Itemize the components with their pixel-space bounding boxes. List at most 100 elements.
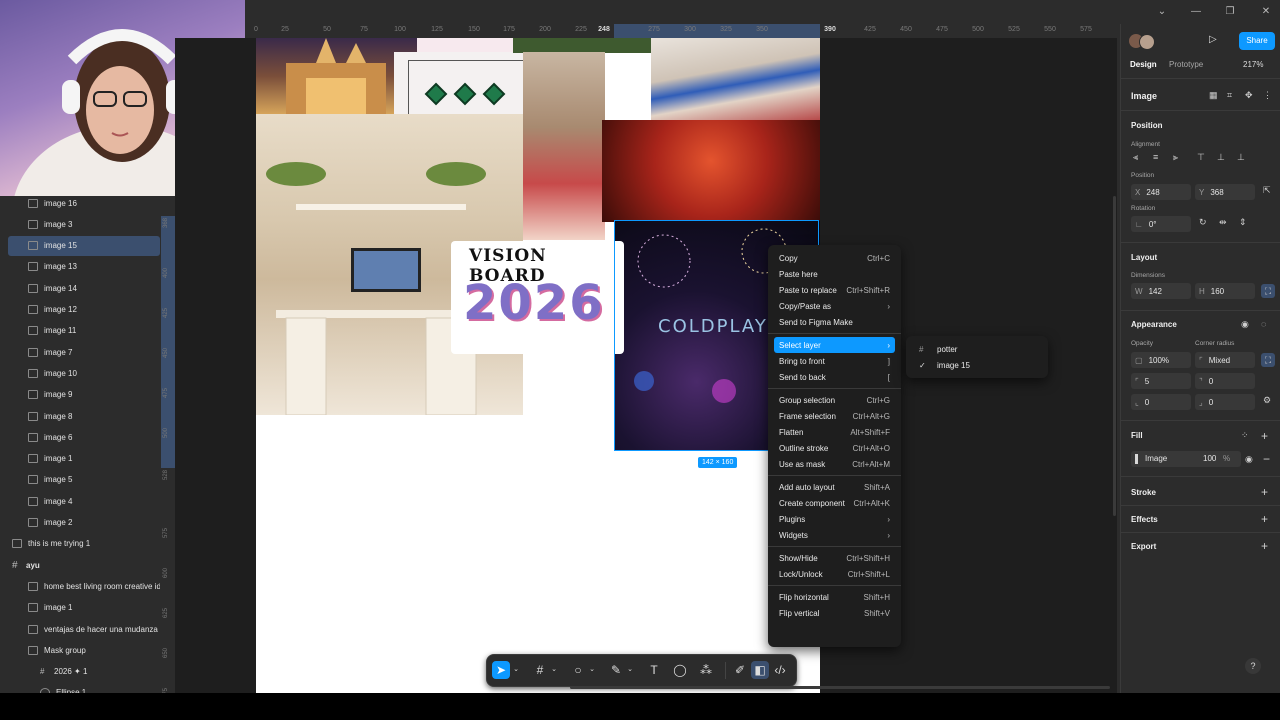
layer-row[interactable]: #2026 ✦ 1 — [8, 662, 160, 682]
more-icon[interactable]: ⋮ — [1263, 90, 1272, 101]
opacity-field[interactable]: ▢ 100% — [1131, 352, 1191, 368]
layer-row[interactable]: image 13 — [8, 257, 160, 277]
menu-item-frame-selection[interactable]: Frame selection Ctrl+Alt+G — [774, 408, 895, 424]
fill-row[interactable]: Image 100 % — [1131, 451, 1241, 467]
layer-row[interactable]: ventajas de hacer una mudanza n — [8, 619, 160, 639]
styles-grid-icon[interactable]: ⁘ — [1241, 430, 1249, 441]
component-icon[interactable]: ✥ — [1245, 90, 1253, 101]
menu-item-send-to-figma-make[interactable]: Send to Figma Make — [774, 314, 895, 330]
menu-item-widgets[interactable]: Widgets › — [774, 527, 895, 543]
menu-item-copy-paste-as[interactable]: Copy/Paste as › — [774, 298, 895, 314]
grid-icon[interactable]: ▦ — [1209, 90, 1218, 101]
avatar-group[interactable] — [1129, 32, 1157, 50]
layer-row[interactable]: home best living room creative ide — [8, 576, 160, 596]
layer-row[interactable]: image 1 — [8, 449, 160, 469]
corner-bottom-right-field[interactable]: ⌟ 0 — [1195, 394, 1255, 410]
move-tool-icon[interactable]: ➤ — [492, 661, 510, 679]
rotation-field[interactable]: ∟ 0° — [1131, 216, 1191, 232]
menu-item-send-to-back[interactable]: Send to back [ — [774, 369, 895, 385]
tab-prototype[interactable]: Prototype — [1169, 60, 1203, 69]
menu-item-show-hide[interactable]: Show/Hide Ctrl+Shift+H — [774, 550, 895, 566]
actions-icon[interactable]: ⁂ — [697, 661, 715, 679]
cozy-room-image[interactable] — [523, 52, 605, 240]
layer-row[interactable]: image 1 — [8, 598, 160, 618]
clip-content-icon[interactable]: ⛶ — [1261, 284, 1275, 298]
align-bottom-icon[interactable]: ⊥ — [1237, 152, 1245, 163]
frame-tool-icon[interactable]: # — [531, 661, 549, 679]
tab-design[interactable]: Design — [1130, 60, 1157, 69]
horizontal-scrollbar[interactable] — [570, 686, 1110, 689]
chevron-down-icon[interactable]: ⌄ — [511, 661, 521, 679]
layer-row[interactable]: image 9 — [8, 385, 160, 405]
menu-item-paste-to-replace[interactable]: Paste to replace Ctrl+Shift+R — [774, 282, 895, 298]
present-play-icon[interactable]: ▷ — [1209, 34, 1217, 45]
layer-row[interactable]: image 8 — [8, 406, 160, 426]
concert-stage-image[interactable] — [602, 120, 820, 222]
layer-row[interactable]: image 2 — [8, 513, 160, 533]
layer-row[interactable]: image 3 — [8, 214, 160, 234]
align-left-icon[interactable]: ⫷ — [1133, 152, 1138, 163]
corner-radius-field[interactable]: ⌜ Mixed — [1195, 352, 1255, 368]
menu-item-bring-to-front[interactable]: Bring to front] — [774, 353, 895, 369]
submenu-item-potter[interactable]: # potter — [914, 341, 1040, 357]
layer-row[interactable]: image 6 — [8, 427, 160, 447]
align-center-h-icon[interactable]: ≡ — [1153, 152, 1158, 162]
layer-row[interactable]: Mask group — [8, 640, 160, 660]
submenu-item-image-15[interactable]: ✓ image 15 — [914, 357, 1040, 373]
layer-row[interactable]: image 7 — [8, 342, 160, 362]
menu-item-group-selection[interactable]: Group selection Ctrl+G — [774, 392, 895, 408]
menu-item-use-as-mask[interactable]: Use as mask Ctrl+Alt+M — [774, 456, 895, 472]
menu-item-flip-vertical[interactable]: Flip vertical Shift+V — [774, 605, 895, 621]
plants-image[interactable] — [513, 38, 651, 53]
constraints-icon[interactable]: ⇱ — [1263, 185, 1271, 196]
vision-board-sticker[interactable]: VISION BOARD 2026 — [451, 241, 624, 354]
minimize-icon[interactable]: — — [1186, 6, 1206, 18]
layer-row[interactable]: image 15 — [8, 235, 160, 256]
corner-settings-icon[interactable]: ⚙ — [1263, 395, 1271, 406]
independent-corners-icon[interactable]: ⛶ — [1261, 353, 1275, 367]
menu-item-create-component[interactable]: Create component Ctrl+Alt+K — [774, 495, 895, 511]
close-icon[interactable]: ✕ — [1256, 6, 1276, 18]
crop-icon[interactable]: ⌗ — [1227, 90, 1232, 101]
menu-item-flatten[interactable]: Flatten Alt+Shift+F — [774, 424, 895, 440]
layer-row[interactable]: image 16 — [8, 193, 160, 213]
artboard-frame[interactable]: COLDPLAY VISION BOARD 2026 142 × 160 — [256, 38, 820, 693]
dev-mode-icon[interactable]: ‹/› — [771, 661, 789, 679]
layer-row[interactable]: image 14 — [8, 278, 160, 298]
corner-top-right-field[interactable]: ⌝ 0 — [1195, 373, 1255, 389]
flip-horizontal-icon[interactable]: ⇹ — [1219, 217, 1227, 228]
menu-item-copy[interactable]: Copy Ctrl+C — [774, 250, 895, 266]
layer-row[interactable]: image 12 — [8, 300, 160, 320]
align-center-v-icon[interactable]: ⊥ — [1217, 152, 1225, 163]
menu-item-select-layer[interactable]: Select layer › — [774, 337, 895, 353]
flip-vertical-icon[interactable]: ⇕ — [1239, 217, 1247, 228]
design-mode-icon[interactable]: ◧ — [751, 661, 769, 679]
help-button[interactable]: ? — [1245, 658, 1261, 674]
menu-item-flip-horizontal[interactable]: Flip horizontal Shift+H — [774, 589, 895, 605]
castle-image[interactable] — [256, 38, 417, 114]
layer-row[interactable]: image 10 — [8, 363, 160, 383]
rotate-icon[interactable]: ↻ — [1199, 217, 1207, 228]
layer-row[interactable]: image 4 — [8, 491, 160, 511]
fill-eye-icon[interactable]: ◉ — [1245, 454, 1253, 465]
draw-mode-icon[interactable]: ✐ — [731, 661, 749, 679]
align-top-icon[interactable]: ⊤ — [1197, 152, 1205, 163]
x-field[interactable]: X 248 — [1131, 184, 1191, 200]
chevron-down-icon[interactable]: ⌄ — [587, 661, 597, 679]
layer-row[interactable]: image 5 — [8, 470, 160, 490]
y-field[interactable]: Y 368 — [1195, 184, 1255, 200]
share-button[interactable]: Share — [1239, 32, 1275, 50]
layer-row[interactable]: this is me trying 1 — [8, 534, 160, 554]
zoom-level[interactable]: 217% — [1243, 60, 1263, 69]
text-tool-icon[interactable]: T — [645, 661, 663, 679]
chevron-down-icon[interactable]: ⌄ — [625, 661, 635, 679]
collapse-icon[interactable]: ⌄ — [1152, 6, 1172, 18]
add-export-icon[interactable]: + — [1261, 539, 1268, 553]
maximize-icon[interactable]: ❐ — [1220, 6, 1240, 18]
height-field[interactable]: H 160 — [1195, 283, 1255, 299]
add-stroke-icon[interactable]: + — [1261, 485, 1268, 499]
comment-tool-icon[interactable]: ◯ — [671, 661, 689, 679]
corner-bottom-left-field[interactable]: ⌞ 0 — [1131, 394, 1191, 410]
menu-item-paste-here[interactable]: Paste here — [774, 266, 895, 282]
menu-item-plugins[interactable]: Plugins › — [774, 511, 895, 527]
